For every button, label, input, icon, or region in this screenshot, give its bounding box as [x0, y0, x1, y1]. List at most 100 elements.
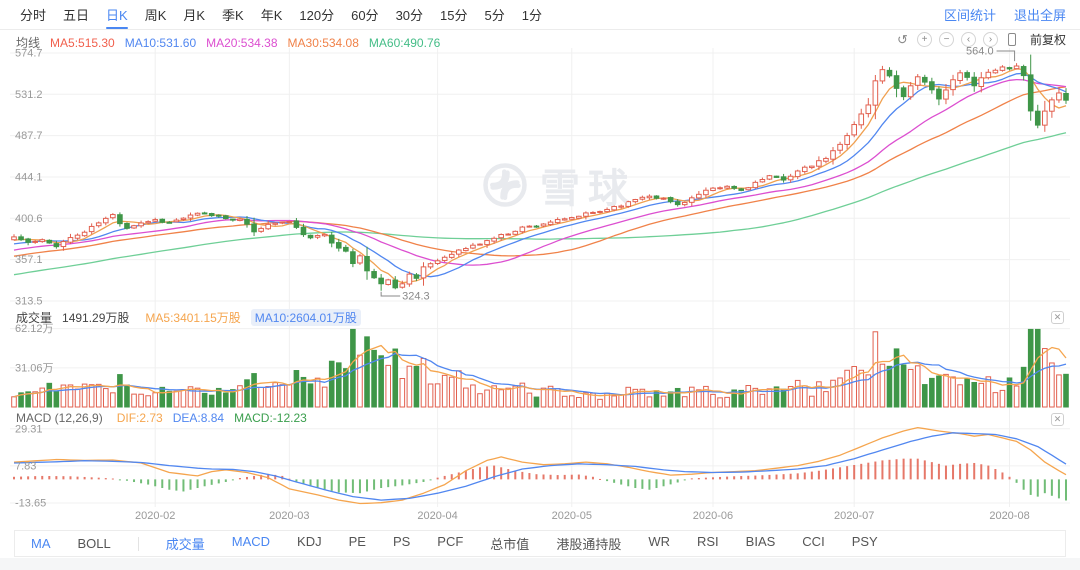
candle-body: [322, 234, 327, 235]
overlay-indicator-group: MA BOLL: [31, 536, 138, 551]
indicator-button-BIAS[interactable]: BIAS: [746, 534, 776, 553]
candle-body: [280, 222, 285, 223]
candle-body: [838, 144, 843, 150]
macd-hist-bar: [1037, 479, 1039, 496]
indicator-button-PS[interactable]: PS: [393, 534, 410, 553]
volume-bar: [802, 386, 807, 407]
macd-hist-bar: [726, 477, 728, 480]
indicator-button-CCI[interactable]: CCI: [802, 534, 824, 553]
macd-hist-bar: [507, 469, 509, 479]
candle-body: [358, 256, 363, 263]
macd-panel-close-icon[interactable]: ✕: [1051, 413, 1064, 426]
candle-body: [478, 244, 483, 245]
macd-hist-bar: [684, 479, 686, 480]
candle-body: [859, 114, 864, 125]
macd-hist-bar: [931, 462, 933, 479]
indicator-button-RSI[interactable]: RSI: [697, 534, 719, 553]
volume-bar: [428, 384, 433, 407]
macd-hist-bar: [175, 479, 177, 490]
macd-hist-bar: [133, 479, 135, 482]
reset-icon[interactable]: ↺: [895, 32, 910, 47]
candle-body: [739, 189, 744, 191]
macd-hist-bar: [670, 479, 672, 484]
zoom-out-icon[interactable]: −: [939, 32, 954, 47]
candle-body: [562, 219, 567, 220]
chart-canvas[interactable]: 574.7531.2487.7444.1400.6357.1313.562.12…: [0, 0, 1080, 570]
volume-bar: [915, 366, 920, 407]
indicator-button-总市值[interactable]: 总市值: [490, 534, 529, 553]
volume-bar: [1014, 386, 1019, 407]
macd-hist-bar: [776, 475, 778, 480]
indicator-button-PSY[interactable]: PSY: [852, 534, 878, 553]
price-ma60-line: [14, 133, 1066, 275]
indicator-button-港股通持股[interactable]: 港股通持股: [556, 534, 621, 553]
macd-hist-bar: [613, 479, 615, 482]
volume-bar: [132, 394, 137, 407]
mobile-icon[interactable]: [1005, 32, 1020, 47]
macd-hist-bar: [917, 459, 919, 480]
macd-hist-bar: [592, 477, 594, 480]
macd-hist-bar: [415, 479, 417, 483]
candle-body: [584, 213, 589, 216]
date-axis-label: 2020-04: [417, 510, 457, 522]
candle-body: [922, 77, 927, 82]
macd-hist-bar: [48, 476, 50, 479]
indicator-button-成交量[interactable]: 成交量: [166, 534, 205, 553]
adjust-mode-button[interactable]: 前复权: [1030, 31, 1066, 48]
indicator-button-MACD[interactable]: MACD: [232, 534, 270, 553]
indicator-button-PE[interactable]: PE: [349, 534, 366, 553]
volume-bar: [682, 397, 687, 407]
candle-body: [209, 214, 214, 216]
candle-body: [26, 239, 31, 242]
volume-bar: [739, 390, 744, 407]
volume-bar: [499, 390, 504, 407]
macd-hist-bar: [34, 476, 36, 479]
candle-body: [12, 237, 17, 240]
macd-hist-bar: [1058, 479, 1060, 498]
volume-legend-value: 1491.29万股: [62, 309, 129, 326]
pan-right-icon[interactable]: ›: [983, 32, 998, 47]
macd-hist-bar: [232, 479, 234, 480]
volume-bar: [329, 361, 334, 407]
ma-legend-item-0: MA5:515.30: [50, 36, 115, 50]
volume-bar: [689, 387, 694, 407]
volume-bar: [478, 394, 483, 407]
volume-bar: [400, 379, 405, 407]
volume-panel-close-icon[interactable]: ✕: [1051, 311, 1064, 324]
macd-hist-bar: [606, 479, 608, 481]
macd-hist-bar: [62, 476, 64, 479]
volume-bar: [534, 397, 539, 407]
candle-body: [252, 224, 257, 232]
volume-bar: [908, 369, 913, 407]
indicator-button-BOLL[interactable]: BOLL: [78, 536, 111, 551]
volume-bar: [174, 391, 179, 407]
macd-hist-bar: [599, 479, 601, 480]
candle-body: [167, 222, 172, 223]
candle-body: [1057, 93, 1062, 100]
macd-hist-bar: [881, 460, 883, 479]
macd-hist-bar: [853, 465, 855, 479]
candle-body: [944, 90, 949, 99]
macd-hist-bar: [839, 467, 841, 479]
candle-body: [930, 82, 935, 90]
candle-body: [887, 70, 892, 75]
macd-hist-bar: [13, 477, 15, 480]
macd-hist-bar: [874, 462, 876, 480]
volume-bar: [181, 390, 186, 407]
price-axis-label: 444.1: [15, 172, 43, 184]
volume-bar: [379, 356, 384, 407]
macd-hist-bar: [571, 475, 573, 480]
indicator-button-PCF[interactable]: PCF: [437, 534, 463, 553]
zoom-in-icon[interactable]: +: [917, 32, 932, 47]
indicator-button-MA[interactable]: MA: [31, 536, 51, 551]
macd-hist-bar: [634, 479, 636, 488]
macd-hist-bar: [564, 475, 566, 479]
volume-bar: [280, 385, 285, 407]
macd-hist-bar: [550, 475, 552, 480]
indicator-button-KDJ[interactable]: KDJ: [297, 534, 322, 553]
macd-hist-bar: [521, 472, 523, 479]
pan-left-icon[interactable]: ‹: [961, 32, 976, 47]
volume-bar: [407, 366, 412, 407]
macd-hist-bar: [747, 476, 749, 480]
indicator-button-WR[interactable]: WR: [648, 534, 670, 553]
